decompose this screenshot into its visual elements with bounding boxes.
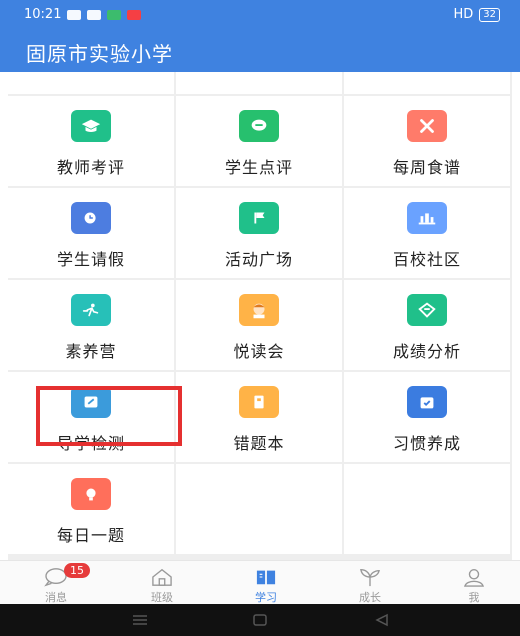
comment-icon [239, 110, 279, 142]
grid-item-label: 成绩分析 [392, 342, 461, 361]
lightbulb-icon [71, 478, 111, 510]
app-header: 固原市实验小学 [0, 30, 520, 72]
system-nav-bar [0, 604, 520, 636]
analysis-icon [407, 294, 447, 326]
grid-item-weekly-menu[interactable]: 每周食谱 [344, 96, 510, 186]
buildings-icon [407, 202, 447, 234]
utensils-icon [407, 110, 447, 142]
grid-item-activity-square[interactable]: 活动广场 [176, 188, 342, 278]
grid-item-wrong-questions[interactable]: 错题本 [176, 372, 342, 462]
grid-cell-partial [344, 72, 510, 94]
sprout-icon [360, 569, 380, 587]
flag-icon [239, 202, 279, 234]
home-button-icon[interactable] [252, 613, 268, 627]
grid-cell-empty [344, 464, 510, 554]
status-time: 10:21 [24, 7, 62, 22]
page-title: 固原市实验小学 [26, 42, 173, 66]
tab-study[interactable]: 学习 [226, 561, 306, 605]
tab-growth[interactable]: 成长 [330, 561, 410, 605]
grid-cell-partial [8, 72, 174, 94]
grid-item-label: 每周食谱 [392, 158, 461, 177]
graduation-cap-icon [71, 110, 111, 142]
notification-icon [107, 9, 122, 20]
grid-cell-partial [176, 72, 342, 94]
bottom-tab-bar: 消息 15 班级 学习 成长 我 [0, 560, 520, 605]
tab-label: 班级 [151, 591, 173, 604]
grid-item-reading-club[interactable]: 悦读会 [176, 280, 342, 370]
grid-item-label: 学生请假 [56, 250, 125, 269]
calendar-check-icon [407, 386, 447, 418]
feature-grid: 教师考评 学生点评 每周食谱 学生请假 活动广场 百校社区 素养营 悦读会 成绩… [8, 72, 512, 560]
wifi-icon [87, 9, 102, 20]
grid-item-label: 错题本 [233, 434, 285, 453]
status-bar: 10:21 HD 32 [0, 0, 520, 30]
runner-icon [71, 294, 111, 326]
tab-messages[interactable]: 消息 15 [16, 561, 96, 605]
grid-item-label: 教师考评 [56, 158, 125, 177]
unread-badge: 15 [64, 563, 90, 578]
tab-label: 成长 [359, 591, 381, 604]
user-icon [464, 569, 484, 587]
book-icon [256, 570, 276, 585]
tab-class[interactable]: 班级 [122, 561, 202, 605]
battery-icon: 32 [479, 7, 500, 22]
grid-item-student-leave[interactable]: 学生请假 [8, 188, 174, 278]
tab-label: 消息 [45, 591, 67, 604]
signal-icon [67, 9, 82, 20]
notification-icon [127, 9, 142, 20]
home-icon [152, 568, 172, 586]
grid-item-label: 每日一题 [56, 526, 125, 545]
grid-item-literacy-camp[interactable]: 素养营 [8, 280, 174, 370]
grid-item-student-comment[interactable]: 学生点评 [176, 96, 342, 186]
grid-item-label: 素养营 [65, 342, 117, 361]
tab-me[interactable]: 我 [434, 561, 514, 605]
grid-item-score-analysis[interactable]: 成绩分析 [344, 280, 510, 370]
network-label: HD [453, 7, 474, 22]
grid-item-label: 百校社区 [392, 250, 461, 269]
grid-item-label: 悦读会 [233, 342, 285, 361]
back-icon[interactable] [374, 613, 390, 627]
reader-avatar-icon [239, 294, 279, 326]
grid-item-label: 学生点评 [224, 158, 293, 177]
grid-item-teacher-evaluation[interactable]: 教师考评 [8, 96, 174, 186]
tab-label: 我 [468, 591, 480, 604]
grid-item-school-community[interactable]: 百校社区 [344, 188, 510, 278]
menu-icon[interactable] [132, 613, 148, 627]
grid-item-label: 习惯养成 [392, 434, 461, 453]
tab-label: 学习 [255, 591, 277, 604]
grid-cell-empty [176, 464, 342, 554]
grid-item-label: 活动广场 [224, 250, 293, 269]
grid-item-habit-building[interactable]: 习惯养成 [344, 372, 510, 462]
clock-icon [71, 202, 111, 234]
highlight-box [36, 386, 182, 446]
grid-item-daily-question[interactable]: 每日一题 [8, 464, 174, 554]
notebook-icon [239, 386, 279, 418]
